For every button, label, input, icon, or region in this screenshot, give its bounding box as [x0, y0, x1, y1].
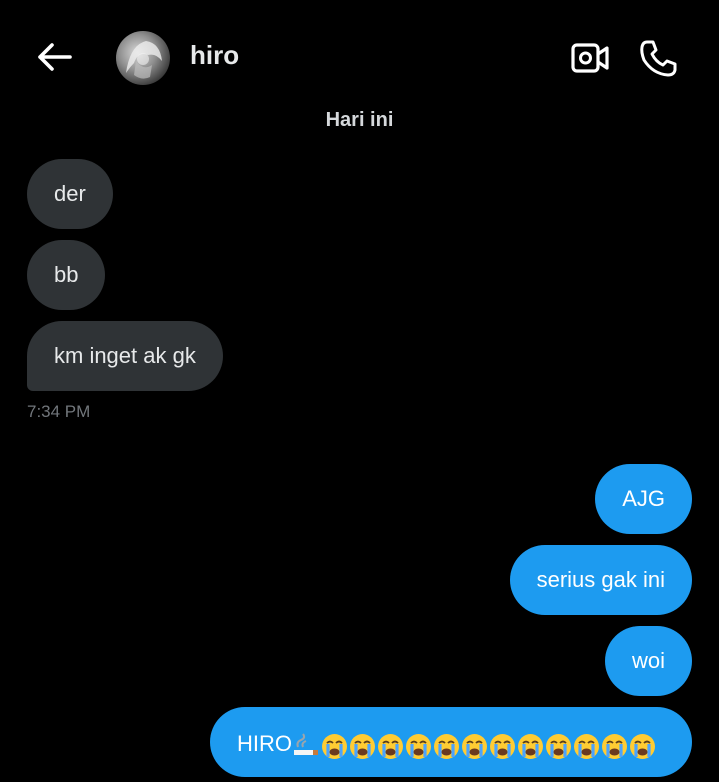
message-text: HIRO: [237, 731, 292, 756]
message-text: woi: [631, 648, 665, 673]
avatar[interactable]: [116, 31, 170, 85]
chat-header: hiro: [0, 0, 719, 115]
incoming-message[interactable]: der: [27, 159, 113, 229]
smoking-icon: [294, 733, 318, 755]
contact-name[interactable]: hiro: [190, 40, 239, 71]
date-separator: Hari ini: [325, 109, 394, 131]
arrow-left-icon: [38, 43, 72, 71]
message-text: AJG: [622, 486, 665, 511]
loudly-crying-face-icon: [462, 733, 487, 759]
loudly-crying-face-icon: [434, 733, 459, 759]
message-text: km inget ak gk: [54, 343, 196, 368]
message-text: serius gak ini: [536, 567, 665, 592]
incoming-message[interactable]: km inget ak gk: [27, 321, 223, 391]
loudly-crying-face-icon: [406, 733, 431, 759]
loudly-crying-face-icon: [350, 733, 375, 759]
loudly-crying-face-icon: [518, 733, 543, 759]
video-call-button[interactable]: [570, 40, 610, 76]
loudly-crying-face-icon: [322, 733, 347, 759]
outgoing-message[interactable]: AJG: [595, 464, 692, 534]
loudly-crying-face-icon: [602, 733, 627, 759]
message-text: der: [54, 181, 86, 206]
loudly-crying-face-icon: [546, 733, 571, 759]
avatar-image: [126, 41, 162, 79]
phone-icon: [640, 40, 677, 77]
message-timestamp: 7:34 PM: [27, 402, 91, 421]
voice-call-button[interactable]: [638, 38, 678, 78]
emoji-row: [292, 708, 656, 782]
loudly-crying-face-icon: [378, 733, 403, 759]
loudly-crying-face-icon: [490, 733, 515, 759]
outgoing-message[interactable]: HIRO: [210, 707, 692, 777]
back-button[interactable]: [36, 40, 74, 74]
incoming-message[interactable]: bb: [27, 240, 106, 310]
outgoing-message[interactable]: woi: [604, 626, 692, 696]
loudly-crying-face-icon: [630, 733, 655, 759]
video-camera-icon: [571, 43, 609, 73]
outgoing-message[interactable]: serius gak ini: [509, 545, 692, 615]
loudly-crying-face-icon: [574, 733, 599, 759]
message-text: bb: [54, 262, 79, 287]
